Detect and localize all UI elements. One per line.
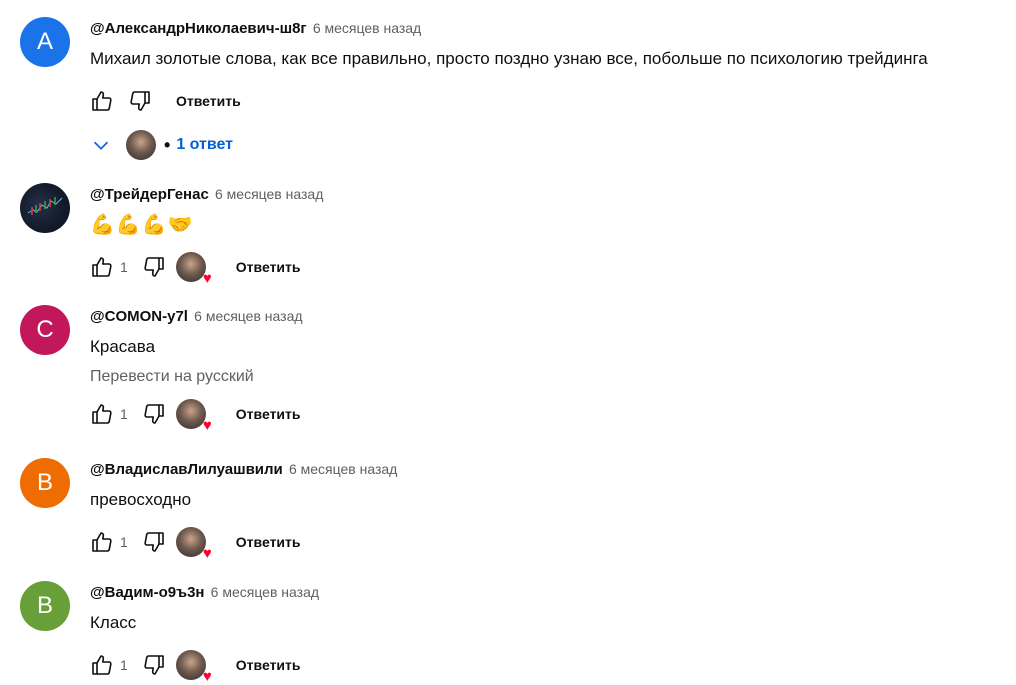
- separator-dot: •: [164, 134, 171, 155]
- replies-count-label: 1 ответ: [176, 136, 234, 153]
- like-button[interactable]: [86, 85, 118, 117]
- comment-actions: 1 ♥ Ответить: [90, 649, 996, 684]
- like-button[interactable]: [86, 251, 118, 283]
- author-name[interactable]: @ТрейдерГенас: [90, 186, 209, 203]
- comment-header: @COMON-y7l 6 месяцев назад: [90, 305, 996, 327]
- thumbs-down-icon: [144, 257, 164, 277]
- heart-icon: ♥: [202, 545, 212, 562]
- trading-chart-avatar-image: [27, 197, 63, 215]
- heart-icon: ♥: [202, 417, 212, 434]
- comment-text: Красава: [90, 337, 156, 356]
- comment-body: @ВладиславЛилуашвили 6 месяцев назад пре…: [90, 458, 996, 561]
- author-name[interactable]: @Вадим-о9ъ3н: [90, 584, 204, 601]
- like-count: 1: [120, 406, 128, 422]
- reply-button[interactable]: Ответить: [236, 253, 301, 281]
- timestamp[interactable]: 6 месяцев назад: [215, 186, 323, 202]
- reply-author-avatar: [126, 130, 156, 160]
- comment-text: превосходно: [90, 490, 192, 509]
- dislike-button[interactable]: [138, 649, 170, 681]
- creator-heart-badge[interactable]: ♥: [175, 527, 212, 561]
- like-button[interactable]: [86, 526, 118, 558]
- author-name[interactable]: @COMON-y7l: [90, 308, 188, 325]
- comment-header: @ВладиславЛилуашвили 6 месяцев назад: [90, 458, 996, 480]
- avatar[interactable]: C: [20, 305, 70, 355]
- avatar[interactable]: A: [20, 17, 70, 67]
- comment-header: @ТрейдерГенас 6 месяцев назад: [90, 183, 996, 205]
- creator-heart-badge[interactable]: ♥: [175, 650, 212, 684]
- creator-heart-badge[interactable]: ♥: [175, 252, 212, 286]
- comment-body: @COMON-y7l 6 месяцев назад Красава Перев…: [90, 305, 996, 433]
- dislike-button[interactable]: [138, 398, 170, 430]
- comment-text: 💪💪💪🤝: [90, 214, 194, 236]
- author-name[interactable]: @ВладиславЛилуашвили: [90, 461, 283, 478]
- creator-heart-badge[interactable]: ♥: [175, 399, 212, 433]
- like-button[interactable]: [86, 649, 118, 681]
- like-count: 1: [120, 259, 128, 275]
- thumbs-down-icon: [144, 404, 164, 424]
- chevron-down-icon: [93, 141, 109, 150]
- timestamp[interactable]: 6 месяцев назад: [313, 20, 421, 36]
- thumbs-down-icon: [144, 655, 164, 675]
- comment-body: @Вадим-о9ъ3н 6 месяцев назад Класс 1 ♥ О…: [90, 581, 996, 684]
- author-name[interactable]: @АлександрНиколаевич-ш8г: [90, 20, 307, 37]
- reply-button[interactable]: Ответить: [236, 651, 301, 679]
- view-replies-button[interactable]: • 1 ответ: [90, 129, 996, 161]
- thumbs-down-icon: [144, 532, 164, 552]
- translate-button[interactable]: Перевести на русский: [90, 366, 996, 388]
- reply-button[interactable]: Ответить: [236, 528, 301, 556]
- thumbs-up-icon: [92, 257, 112, 277]
- like-count: 1: [120, 534, 128, 550]
- reply-button[interactable]: Ответить: [236, 400, 301, 428]
- avatar[interactable]: [20, 183, 70, 233]
- dislike-button[interactable]: [124, 85, 156, 117]
- avatar[interactable]: B: [20, 458, 70, 508]
- heart-icon: ♥: [202, 270, 212, 287]
- comment-actions: 1 ♥ Ответить: [90, 251, 996, 286]
- thumbs-up-icon: [92, 532, 112, 552]
- timestamp[interactable]: 6 месяцев назад: [289, 461, 397, 477]
- thumbs-down-icon: [130, 91, 150, 111]
- comment-body: @АлександрНиколаевич-ш8г 6 месяцев назад…: [90, 17, 996, 161]
- comment-body: @ТрейдерГенас 6 месяцев назад 💪💪💪🤝 1 ♥ О…: [90, 183, 996, 286]
- dislike-button[interactable]: [138, 251, 170, 283]
- comment-text: Класс: [90, 613, 137, 632]
- thumbs-up-icon: [92, 655, 112, 675]
- comment-text: Михаил золотые слова, как все правильно,…: [90, 49, 928, 68]
- like-button[interactable]: [86, 398, 118, 430]
- like-count: 1: [120, 657, 128, 673]
- comment-actions: 1 ♥ Ответить: [90, 526, 996, 561]
- timestamp[interactable]: 6 месяцев назад: [211, 584, 319, 600]
- dislike-button[interactable]: [138, 526, 170, 558]
- comment-header: @АлександрНиколаевич-ш8г 6 месяцев назад: [90, 17, 996, 39]
- thumbs-up-icon: [92, 404, 112, 424]
- comment-actions: Ответить: [90, 85, 996, 117]
- thumbs-up-icon: [92, 91, 112, 111]
- comment-header: @Вадим-о9ъ3н 6 месяцев назад: [90, 581, 996, 603]
- timestamp[interactable]: 6 месяцев назад: [194, 308, 302, 324]
- reply-button[interactable]: Ответить: [176, 87, 241, 115]
- comment-actions: 1 ♥ Ответить: [90, 398, 996, 433]
- avatar[interactable]: B: [20, 581, 70, 631]
